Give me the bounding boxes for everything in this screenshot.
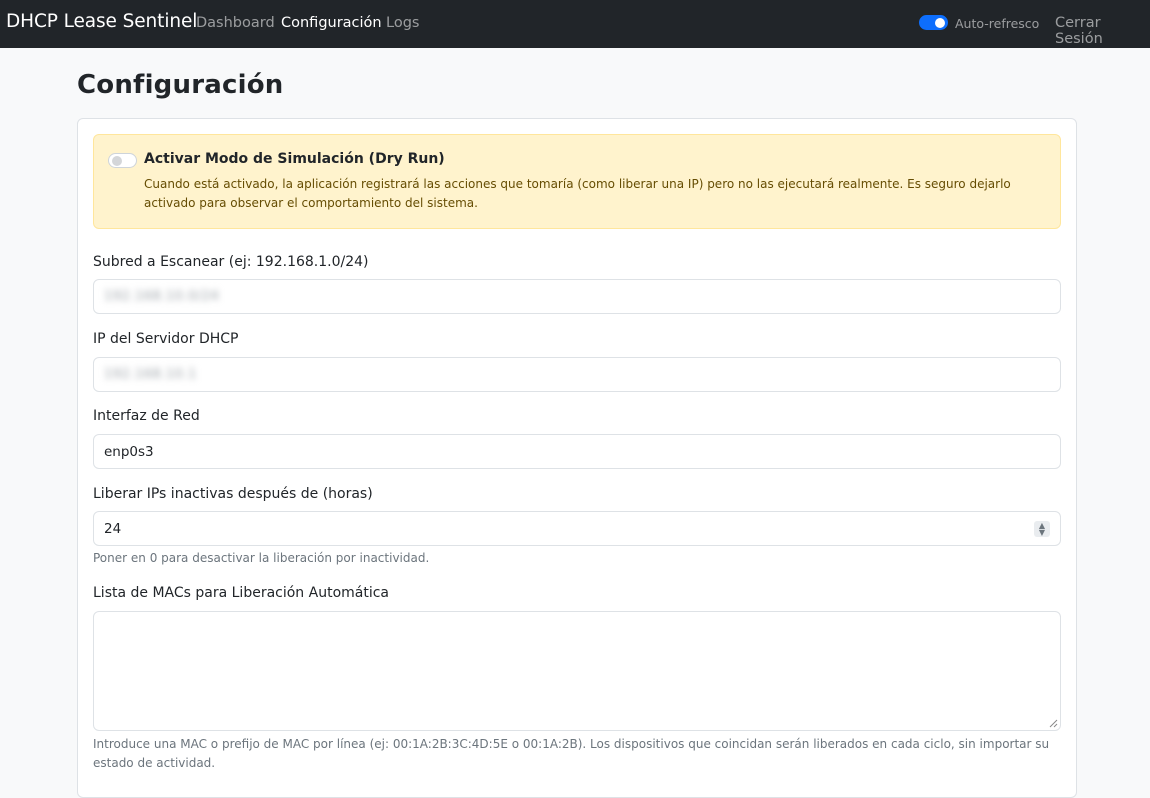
dhcp-server-value: 192.168.10.1 <box>104 367 197 382</box>
top-navbar: DHCP Lease Sentinel Dashboard Configurac… <box>0 0 1150 48</box>
toggle-knob <box>934 17 945 28</box>
page-title: Configuración <box>77 70 284 100</box>
number-spinner-icon[interactable]: ▲ ▼ <box>1034 521 1050 537</box>
subnet-label: Subred a Escanear (ej: 192.168.1.0/24) <box>93 254 369 270</box>
dhcp-server-label: IP del Servidor DHCP <box>93 331 239 347</box>
auto-refresh-toggle[interactable] <box>919 15 948 30</box>
dry-run-title: Activar Modo de Simulación (Dry Run) <box>144 151 445 167</box>
mac-list-label: Lista de MACs para Liberación Automática <box>93 585 390 601</box>
dhcp-server-input[interactable]: 192.168.10.1 <box>93 357 1061 392</box>
subnet-value: 192.168.10.0/24 <box>104 289 220 304</box>
inactive-hours-help: Poner en 0 para desactivar la liberación… <box>93 551 430 565</box>
toggle-knob <box>111 155 122 166</box>
subnet-input[interactable]: 192.168.10.0/24 <box>93 279 1061 314</box>
auto-refresh-label: Auto-refresco <box>955 16 1040 31</box>
inactive-hours-label: Liberar IPs inactivas después de (horas) <box>93 486 373 502</box>
mac-list-help: Introduce una MAC o prefijo de MAC por l… <box>93 737 1050 770</box>
interface-value: enp0s3 <box>104 443 154 460</box>
interface-input[interactable]: enp0s3 <box>93 434 1061 469</box>
inactive-hours-value: 24 <box>104 520 122 537</box>
nav-link-logs[interactable]: Logs <box>386 15 419 31</box>
brand-link[interactable]: DHCP Lease Sentinel <box>6 11 197 32</box>
nav-link-configuracion[interactable]: Configuración <box>281 15 382 31</box>
logout-link[interactable]: Cerrar Sesión <box>1055 15 1150 47</box>
interface-label: Interfaz de Red <box>93 408 200 424</box>
nav-link-dashboard[interactable]: Dashboard <box>196 15 275 31</box>
resize-grip-icon[interactable] <box>1049 719 1058 728</box>
dry-run-toggle[interactable] <box>108 153 137 168</box>
inactive-hours-input[interactable]: 24 ▲ ▼ <box>93 511 1061 546</box>
mac-list-textarea[interactable] <box>93 611 1061 731</box>
dry-run-description: Cuando está activado, la aplicación regi… <box>144 177 1011 210</box>
